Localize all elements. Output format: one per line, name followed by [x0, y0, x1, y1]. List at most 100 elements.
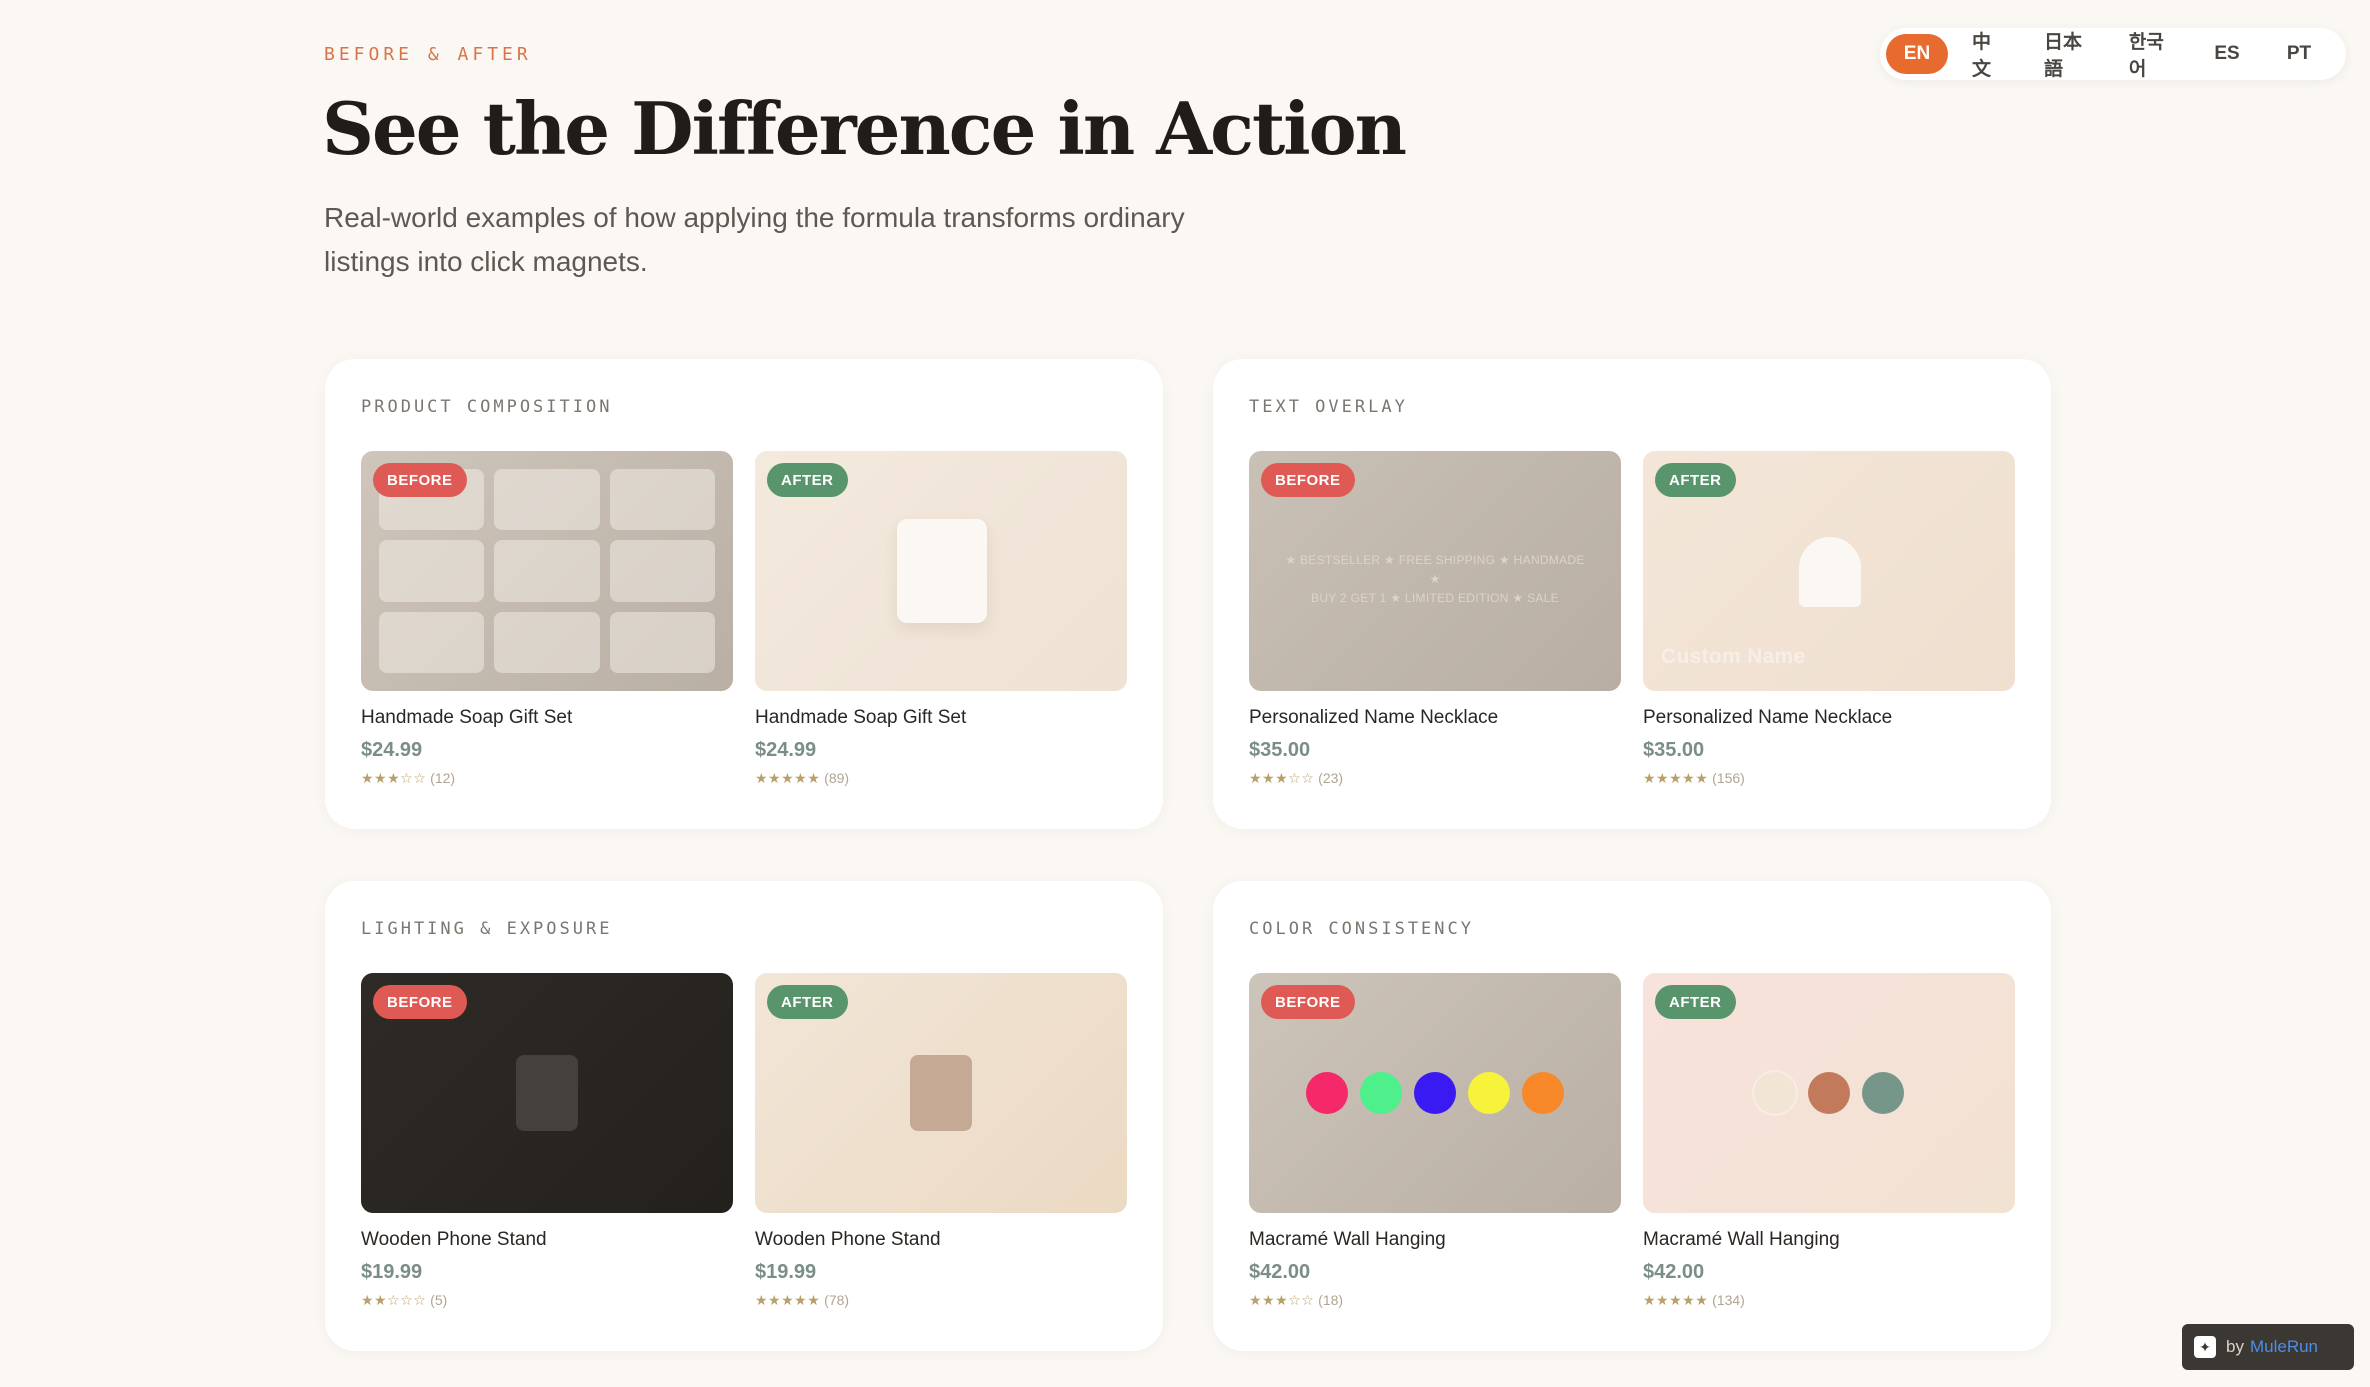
card-label: COLOR CONSISTENCY: [1249, 919, 1474, 939]
lang-en-button[interactable]: EN: [1886, 34, 1948, 74]
product-price: $19.99: [755, 1261, 817, 1283]
before-thumbnail: BEFORE: [361, 973, 733, 1213]
product-name: Macramé Wall Hanging: [1249, 1229, 1446, 1250]
product-rating: ★★★★★ (78): [755, 1292, 1127, 1309]
cluttered-overlay-text: ★ BESTSELLER ★ FREE SHIPPING ★ HANDMADE …: [1285, 551, 1585, 608]
comparison-card-text-overlay: TEXT OVERLAY ★ BESTSELLER ★ FREE SHIPPIN…: [1213, 359, 2051, 829]
lang-zh-button[interactable]: 中文: [1958, 32, 2020, 80]
card-label: LIGHTING & EXPOSURE: [361, 919, 613, 939]
review-count: (156): [1712, 770, 1745, 786]
before-thumbnail: ★ BESTSELLER ★ FREE SHIPPING ★ HANDMADE …: [1249, 451, 1621, 691]
product-rating: ★★☆☆☆ (5): [361, 1292, 733, 1309]
product-name: Wooden Phone Stand: [755, 1229, 941, 1250]
overlay-text-line-1: ★ BESTSELLER ★ FREE SHIPPING ★ HANDMADE …: [1285, 553, 1585, 586]
product-rating: ★★★★★ (134): [1643, 1292, 2015, 1309]
after-badge: AFTER: [1655, 463, 1736, 497]
star-rating-icon: ★★☆☆☆: [361, 1292, 427, 1308]
product-rating: ★★★☆☆ (23): [1249, 770, 1621, 787]
star-rating-icon: ★★★☆☆: [1249, 1292, 1315, 1308]
color-swatch: [1522, 1072, 1564, 1114]
product-price: $35.00: [1249, 739, 1311, 761]
review-count: (23): [1318, 770, 1344, 786]
watermark-by: by: [2226, 1337, 2244, 1356]
star-rating-icon: ★★★★★: [755, 770, 821, 786]
subtitle-line-2: listings into click magnets.: [324, 246, 648, 277]
product-name: Wooden Phone Stand: [361, 1229, 547, 1250]
star-rating-icon: ★★★★★: [755, 1292, 821, 1308]
before-badge: BEFORE: [373, 985, 467, 1019]
review-count: (134): [1712, 1292, 1745, 1308]
after-thumbnail: Custom Name AFTER: [1643, 451, 2015, 691]
product-name: Personalized Name Necklace: [1643, 707, 1893, 728]
cluttered-product-grid: [379, 469, 715, 673]
after-badge: AFTER: [767, 463, 848, 497]
product-price: $42.00: [1643, 1261, 1705, 1283]
product-price: $35.00: [1643, 739, 1705, 761]
before-listing[interactable]: BEFORE Handmade Soap Gift Set $24.99 ★★★…: [361, 451, 733, 787]
overlay-text-line-2: BUY 2 GET 1 ★ LIMITED EDITION ★ SALE: [1311, 591, 1559, 605]
before-listing[interactable]: ★ BESTSELLER ★ FREE SHIPPING ★ HANDMADE …: [1249, 451, 1621, 787]
after-listing[interactable]: Custom Name AFTER Personalized Name Neck…: [1643, 451, 2015, 787]
after-listing[interactable]: AFTER Macramé Wall Hanging $42.00 ★★★★★ …: [1643, 973, 2015, 1309]
lang-pt-button[interactable]: PT: [2268, 34, 2330, 74]
product-name: Handmade Soap Gift Set: [361, 707, 573, 728]
star-rating-icon: ★★★☆☆: [361, 770, 427, 786]
language-switcher: EN 中文 日本語 한국어 ES PT: [1880, 28, 2346, 80]
color-swatches: [1249, 1070, 1621, 1116]
star-rating-icon: ★★★★★: [1643, 1292, 1709, 1308]
color-swatch: [1862, 1072, 1904, 1114]
before-thumbnail: BEFORE: [1249, 973, 1621, 1213]
color-swatch: [1360, 1072, 1402, 1114]
review-count: (18): [1318, 1292, 1344, 1308]
review-count: (12): [430, 770, 456, 786]
product-rating: ★★★☆☆ (12): [361, 770, 733, 787]
after-thumbnail: AFTER: [755, 451, 1127, 691]
product-rating: ★★★☆☆ (18): [1249, 1292, 1621, 1309]
color-swatch: [1754, 1072, 1796, 1114]
page-title: See the Difference in Action: [322, 86, 1407, 171]
lang-ko-button[interactable]: 한국어: [2115, 32, 2186, 80]
review-count: (78): [824, 1292, 850, 1308]
product-rating: ★★★★★ (89): [755, 770, 1127, 787]
after-listing[interactable]: AFTER Wooden Phone Stand $19.99 ★★★★★ (7…: [755, 973, 1127, 1309]
after-badge: AFTER: [1655, 985, 1736, 1019]
custom-name-overlay: Custom Name: [1661, 645, 1806, 668]
product-price: $24.99: [755, 739, 817, 761]
after-thumbnail: AFTER: [1643, 973, 2015, 1213]
before-badge: BEFORE: [1261, 985, 1355, 1019]
mulerun-watermark[interactable]: ✦ by MuleRun: [2182, 1324, 2354, 1370]
lang-ja-button[interactable]: 日本語: [2030, 32, 2105, 80]
color-swatch: [1306, 1072, 1348, 1114]
watermark-brand-link[interactable]: MuleRun: [2250, 1337, 2318, 1357]
before-listing[interactable]: BEFORE Macramé Wall Hanging $42.00 ★★★☆☆…: [1249, 973, 1621, 1309]
card-label: PRODUCT COMPOSITION: [361, 397, 613, 417]
necklace-pendant-shape: [1799, 537, 1861, 607]
before-badge: BEFORE: [373, 463, 467, 497]
mulerun-logo-icon: ✦: [2194, 1336, 2216, 1358]
after-badge: AFTER: [767, 985, 848, 1019]
section-eyebrow: BEFORE & AFTER: [324, 44, 532, 65]
lang-es-button[interactable]: ES: [2196, 34, 2258, 74]
star-rating-icon: ★★★★★: [1643, 770, 1709, 786]
product-name: Macramé Wall Hanging: [1643, 1229, 1840, 1250]
subtitle-line-1: Real-world examples of how applying the …: [324, 202, 1185, 233]
page-subtitle: Real-world examples of how applying the …: [324, 196, 1224, 284]
star-rating-icon: ★★★☆☆: [1249, 770, 1315, 786]
after-listing[interactable]: AFTER Handmade Soap Gift Set $24.99 ★★★★…: [755, 451, 1127, 787]
comparison-card-color-consistency: COLOR CONSISTENCY BEFORE Macramé Wall Ha…: [1213, 881, 2051, 1351]
before-listing[interactable]: BEFORE Wooden Phone Stand $19.99 ★★☆☆☆ (…: [361, 973, 733, 1309]
product-price: $19.99: [361, 1261, 423, 1283]
color-swatch: [1414, 1072, 1456, 1114]
soap-product-shape: [897, 519, 987, 623]
color-swatches: [1643, 1070, 2015, 1116]
phone-stand-shape: [910, 1055, 972, 1131]
product-rating: ★★★★★ (156): [1643, 770, 2015, 787]
review-count: (5): [430, 1292, 448, 1308]
color-swatch: [1468, 1072, 1510, 1114]
review-count: (89): [824, 770, 850, 786]
product-price: $42.00: [1249, 1261, 1311, 1283]
before-thumbnail: BEFORE: [361, 451, 733, 691]
after-thumbnail: AFTER: [755, 973, 1127, 1213]
color-swatch: [1808, 1072, 1850, 1114]
comparison-card-product-composition: PRODUCT COMPOSITION BEFORE Handmade Soap…: [325, 359, 1163, 829]
